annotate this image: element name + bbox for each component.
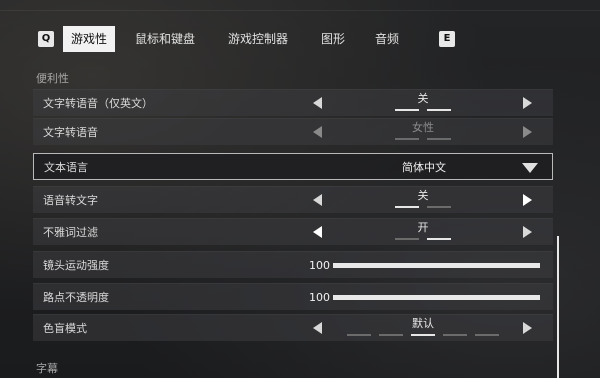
scrollbar[interactable] [557, 236, 559, 378]
setting-value: 关 [417, 189, 429, 202]
top-divider [0, 10, 600, 11]
setting-row-colorblind-mode[interactable]: 色盲模式 默认 [33, 314, 553, 341]
tab-bar: Q 游戏性 鼠标和键盘 游戏控制器 图形 音频 E [33, 26, 463, 52]
tab-gameplay[interactable]: 游戏性 [63, 26, 116, 52]
setting-row-speech-to-text[interactable]: 语音转文字 关 [33, 186, 553, 213]
arrow-right-icon[interactable] [523, 126, 532, 138]
setting-label: 色盲模式 [43, 322, 87, 335]
setting-label: 文字转语音（仅英文） [43, 97, 153, 110]
setting-row-waypoint-opacity[interactable]: 路点不透明度 100 [33, 283, 553, 310]
setting-row-tts-english[interactable]: 文字转语音（仅英文） 关 [33, 89, 553, 116]
arrow-left-icon[interactable] [313, 322, 322, 334]
arrow-left-icon[interactable] [313, 97, 322, 109]
dropdown-value: 简体中文 [402, 161, 446, 174]
slider-fill [333, 295, 540, 300]
chevron-down-icon[interactable] [522, 163, 538, 173]
option-indicator [333, 238, 513, 240]
setting-row-text-language[interactable]: 文本语言 简体中文 [33, 153, 553, 180]
tab-audio[interactable]: 音频 [367, 26, 407, 52]
arrow-left-icon[interactable] [313, 126, 322, 138]
slider-fill [333, 263, 540, 268]
section-header-accessibility: 便利性 [36, 72, 69, 85]
setting-label: 路点不透明度 [43, 291, 109, 304]
option-segment [443, 334, 467, 336]
prev-tab-key[interactable]: Q [38, 31, 54, 47]
setting-value: 开 [417, 221, 429, 234]
setting-label: 镜头运动强度 [43, 259, 109, 272]
setting-row-tts-voice[interactable]: 文字转语音 女性 [33, 118, 553, 145]
setting-value: 默认 [412, 317, 434, 330]
option-segment [427, 238, 451, 240]
setting-row-camera-motion[interactable]: 镜头运动强度 100 [33, 251, 553, 278]
option-indicator [333, 206, 513, 208]
option-segment [395, 109, 419, 111]
arrow-right-icon[interactable] [523, 97, 532, 109]
option-indicator [333, 334, 513, 336]
option-segment [427, 206, 451, 208]
option-segment [411, 334, 435, 336]
waypoint-opacity-slider[interactable] [333, 295, 540, 300]
arrow-right-icon[interactable] [523, 322, 532, 334]
arrow-left-icon[interactable] [313, 194, 322, 206]
section-header-subtitles: 字幕 [36, 362, 58, 375]
tab-graphics[interactable]: 图形 [313, 26, 353, 52]
setting-row-profanity-filter[interactable]: 不雅词过滤 开 [33, 218, 553, 245]
option-segment [395, 206, 419, 208]
option-indicator [333, 138, 513, 140]
tab-controller[interactable]: 游戏控制器 [220, 26, 296, 52]
option-indicator [333, 109, 513, 111]
next-tab-key[interactable]: E [439, 31, 455, 47]
option-segment [347, 334, 371, 336]
setting-label: 文本语言 [44, 161, 88, 174]
arrow-left-icon[interactable] [313, 226, 322, 238]
option-segment [395, 238, 419, 240]
setting-value: 关 [417, 92, 429, 105]
setting-value: 女性 [412, 121, 434, 134]
option-segment [395, 138, 419, 140]
slider-value: 100 [309, 259, 330, 272]
camera-motion-slider[interactable] [333, 263, 540, 268]
option-segment [427, 138, 451, 140]
setting-label: 文字转语音 [43, 126, 98, 139]
arrow-right-icon[interactable] [523, 226, 532, 238]
setting-label: 不雅词过滤 [43, 226, 98, 239]
option-segment [475, 334, 499, 336]
slider-value: 100 [309, 291, 330, 304]
arrow-right-icon[interactable] [523, 194, 532, 206]
setting-label: 语音转文字 [43, 194, 98, 207]
option-segment [427, 109, 451, 111]
option-segment [379, 334, 403, 336]
tab-mouse-keyboard[interactable]: 鼠标和键盘 [127, 26, 203, 52]
